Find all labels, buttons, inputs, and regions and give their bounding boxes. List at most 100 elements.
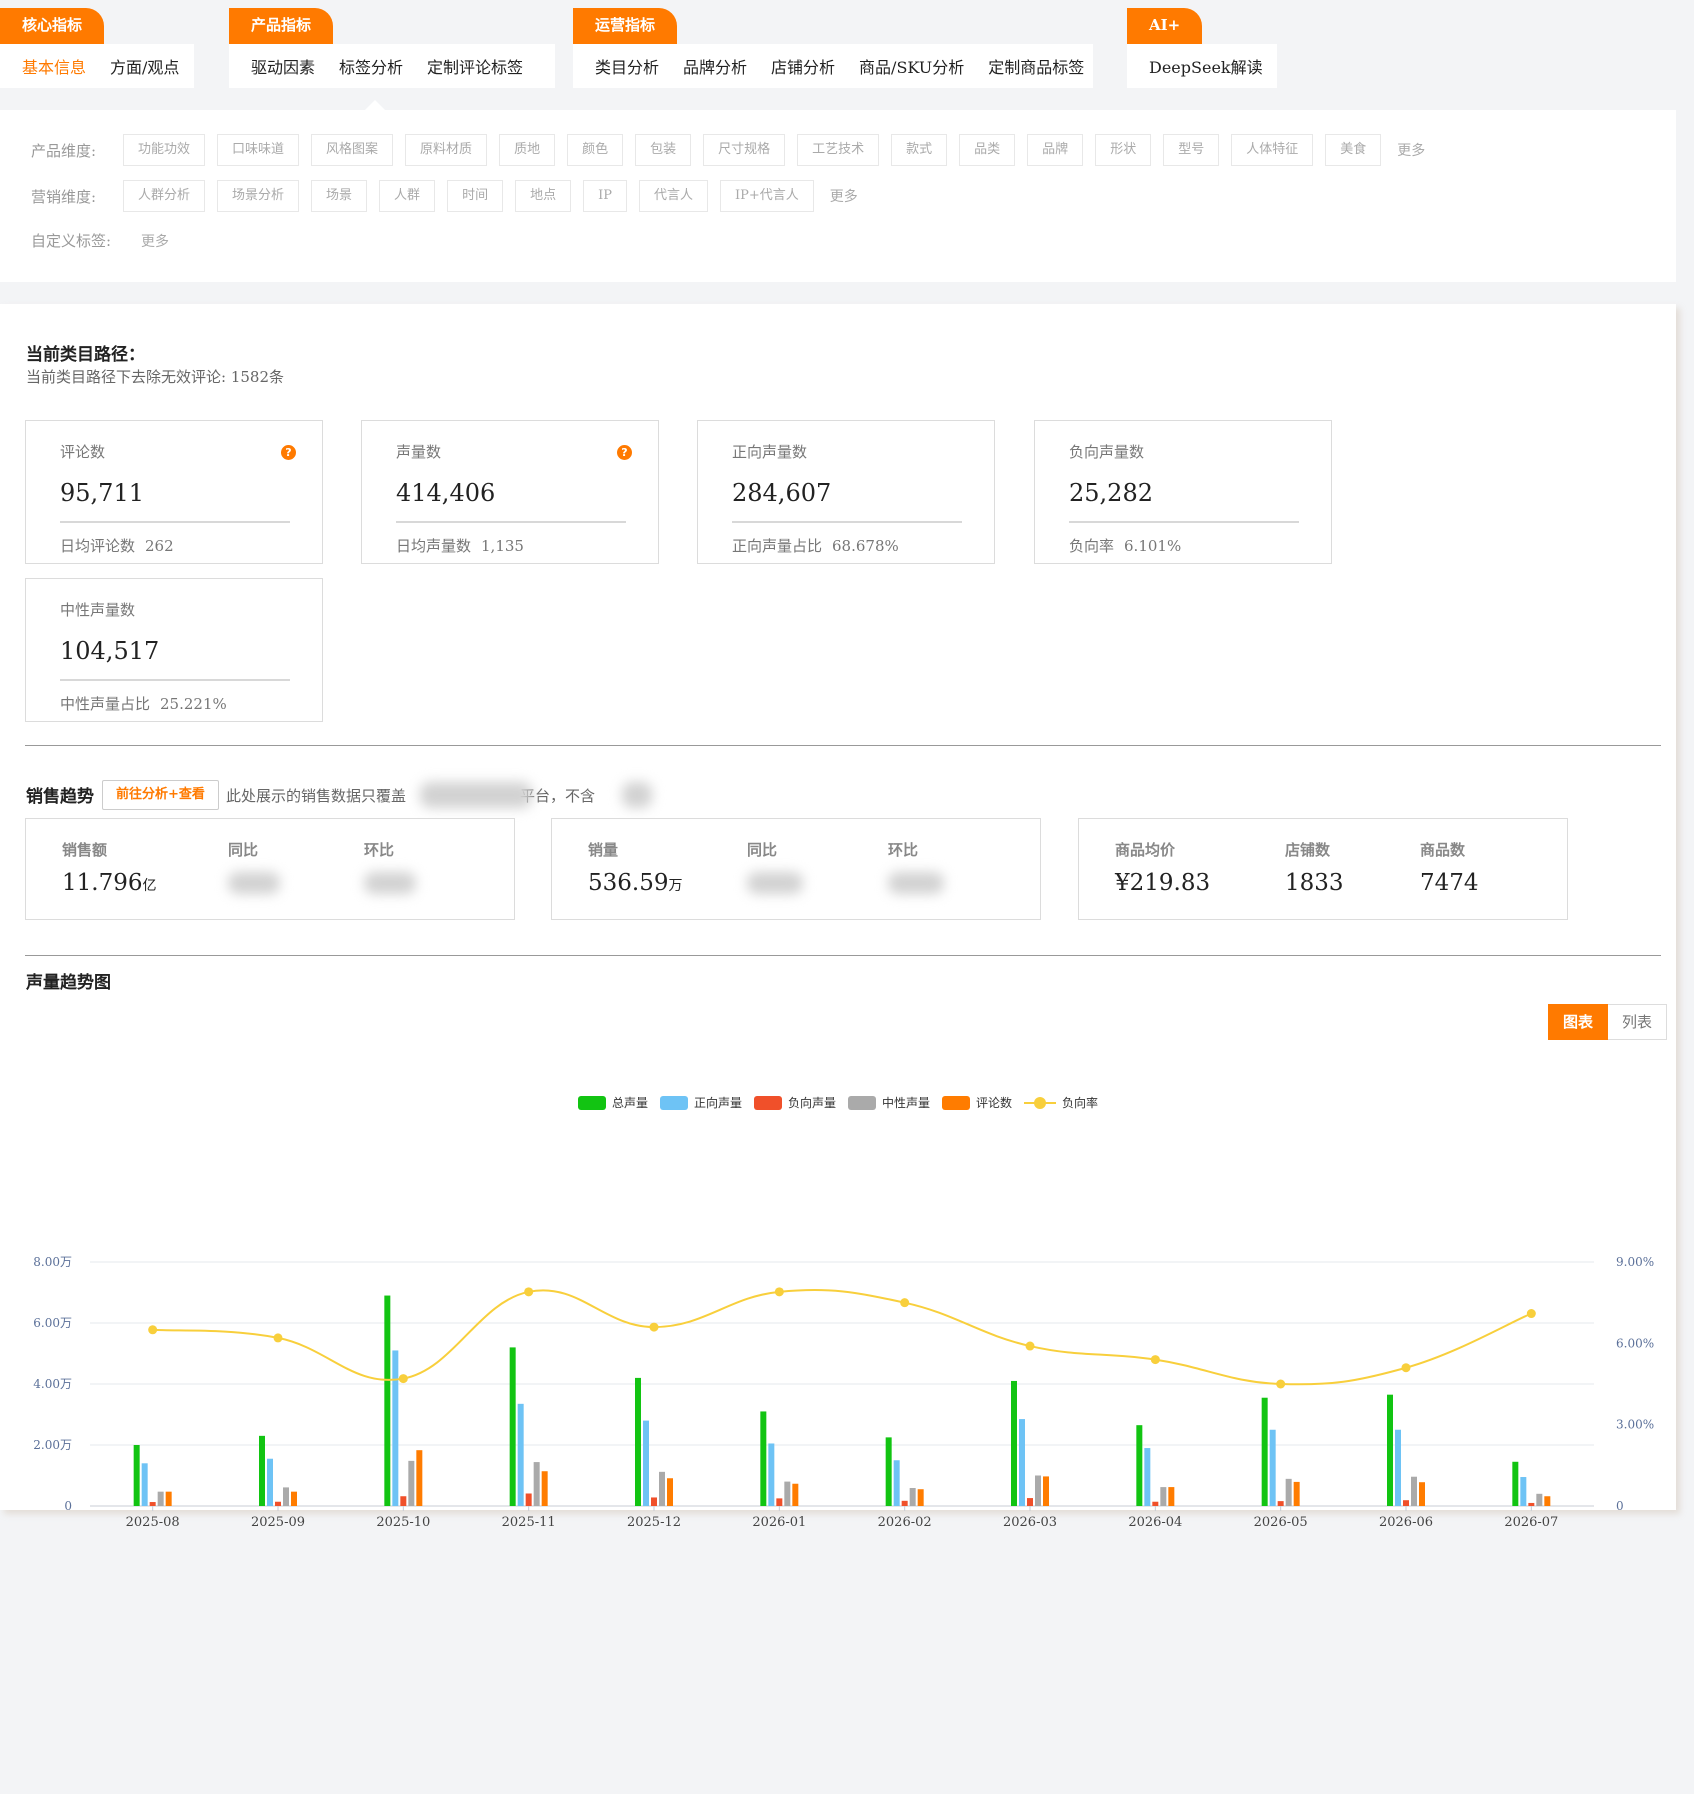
marketing-dimension-chip[interactable]: IP (583, 180, 627, 212)
metric-label: 负向声量数 (1069, 443, 1145, 461)
list-view-button[interactable]: 列表 (1608, 1004, 1668, 1040)
marketing-dimension-chip[interactable]: 场景分析 (217, 180, 300, 212)
product-dimension-chip[interactable]: 款式 (891, 134, 948, 166)
x-tick-label: 2025-08 (126, 1515, 180, 1530)
tab-drivers[interactable]: 驱动因素 (239, 54, 327, 78)
tab-custom-review-tags[interactable]: 定制评论标签 (415, 54, 535, 78)
y-left-tick-label: 4.00万 (33, 1377, 72, 1391)
negative-rate-point (398, 1374, 408, 1384)
tab-group-title: 产品指标 (229, 8, 334, 44)
x-tick-label: 2026-07 (1504, 1515, 1558, 1530)
custom-more-link[interactable]: 更多 (141, 231, 169, 251)
legend-item[interactable]: 负向声量 (753, 1094, 836, 1111)
product-more-link[interactable]: 更多 (1397, 140, 1425, 160)
tab-aspect-opinion[interactable]: 方面/观点 (98, 54, 191, 78)
help-icon[interactable]: ? (617, 445, 632, 460)
marketing-dimension-chip[interactable]: 时间 (447, 180, 504, 212)
product-dimension-chip[interactable]: 形状 (1095, 134, 1152, 166)
legend-item[interactable]: 中性声量 (848, 1094, 930, 1111)
legend-item[interactable]: 总声量 (577, 1094, 648, 1111)
bar-正向声量 (1520, 1477, 1527, 1506)
metric-label: 评论数 (60, 443, 106, 461)
tab-brand-analysis[interactable]: 品牌分析 (671, 54, 759, 78)
go-analysis-button[interactable]: 前往分析+查看 (102, 780, 219, 810)
marketing-dimension-chip[interactable]: 场景 (311, 180, 368, 212)
product-dimension-chip[interactable]: 美食 (1325, 134, 1382, 166)
custom-tag-label: 自定义标签: (31, 232, 112, 250)
product-dimension-row: 产品维度: 功能功效 口味味道 风格图案 原料材质 质地 颜色 包装 尺寸规格 工艺技术 款式 品类… (31, 134, 1425, 166)
legend-swatch (577, 1095, 606, 1110)
x-tick-label: 2026-05 (1254, 1515, 1308, 1530)
product-dimension-chip[interactable]: 质地 (499, 134, 556, 166)
metric-divider (1069, 521, 1299, 523)
metric-card-positive: 正向声量数 284,607 正向声量占比 68.678% (697, 420, 995, 564)
product-dimension-chip[interactable]: 型号 (1163, 134, 1220, 166)
legend-item[interactable]: 评论数 (942, 1094, 1012, 1111)
tab-basic-info[interactable]: 基本信息 (10, 54, 98, 78)
x-tick-label: 2026-06 (1379, 1515, 1433, 1530)
product-dimension-chip[interactable]: 功能功效 (123, 134, 206, 166)
metric-divider (396, 521, 626, 523)
marketing-dimension-chip[interactable]: IP+代言人 (720, 180, 814, 212)
product-dimension-chip[interactable]: 包装 (635, 134, 692, 166)
tab-custom-product-tags[interactable]: 定制商品标签 (976, 54, 1096, 78)
negative-rate-point (1526, 1309, 1536, 1319)
y-left-tick-label: 2.00万 (33, 1438, 72, 1452)
product-dimension-chip[interactable]: 人体特征 (1231, 134, 1314, 166)
product-dimension-chip[interactable]: 品牌 (1027, 134, 1084, 166)
metric-foot-value: 68.678% (832, 537, 899, 555)
y-right-tick-label: 9.00% (1616, 1255, 1654, 1269)
product-dimension-chip[interactable]: 风格图案 (311, 134, 394, 166)
product-dimension-chip[interactable]: 尺寸规格 (703, 134, 786, 166)
avg-price-col: 商品均价 ¥219.83 (1115, 839, 1210, 896)
tab-category-analysis[interactable]: 类目分析 (583, 54, 671, 78)
metric-value: 95,711 (60, 479, 144, 507)
negative-rate-point (1401, 1363, 1411, 1373)
tab-deepseek[interactable]: DeepSeek解读 (1137, 54, 1275, 78)
product-stats-box: 商品均价 ¥219.83 店铺数 1833 商品数 7474 (1078, 818, 1568, 920)
bar-负向声量 (149, 1502, 156, 1506)
bar-总声量 (1512, 1461, 1519, 1506)
x-tick-label: 2025-12 (627, 1515, 681, 1530)
legend-item[interactable]: 正向声量 (659, 1094, 742, 1111)
marketing-dimension-row: 营销维度: 人群分析 场景分析 场景 人群 时间 地点 IP 代言人 IP+代言人 更多 (31, 180, 858, 212)
volume-mom-col: 环比 (888, 839, 944, 894)
marketing-dimension-chip[interactable]: 人群分析 (123, 180, 206, 212)
tab-store-analysis[interactable]: 店铺分析 (759, 54, 847, 78)
marketing-more-link[interactable]: 更多 (830, 186, 858, 206)
chart-legend: 总声量 正向声量 负向声量 中性声量 评论数 负向率 (0, 1094, 1676, 1111)
product-dimension-chip[interactable]: 品类 (959, 134, 1016, 166)
product-dimension-chip[interactable]: 口味味道 (217, 134, 300, 166)
bar-总声量 (1261, 1397, 1268, 1506)
legend-swatch (753, 1095, 782, 1110)
marketing-dimension-chip[interactable]: 地点 (515, 180, 572, 212)
product-dimension-chip[interactable]: 颜色 (567, 134, 624, 166)
bar-评论数 (1544, 1496, 1551, 1506)
product-dimension-chip[interactable]: 原料材质 (405, 134, 488, 166)
chart-view-button[interactable]: 图表 (1548, 1004, 1609, 1040)
sales-yoy-col: 同比 (228, 839, 280, 894)
tab-group-items: 基本信息 方面/观点 (0, 44, 194, 88)
negative-rate-point (524, 1287, 534, 1297)
bar-正向声量 (1019, 1419, 1025, 1506)
bar-负向声量 (400, 1496, 407, 1506)
product-dimension-chip[interactable]: 工艺技术 (797, 134, 880, 166)
store-count-label: 店铺数 (1285, 841, 1331, 859)
bar-评论数 (1043, 1476, 1049, 1506)
marketing-dimension-chip[interactable]: 人群 (379, 180, 436, 212)
legend-label: 中性声量 (882, 1096, 931, 1110)
legend-label: 总声量 (611, 1096, 648, 1110)
help-icon[interactable]: ? (281, 445, 296, 460)
metric-label: 声量数 (396, 443, 442, 461)
tab-tag-analysis[interactable]: 标签分析 (327, 54, 415, 78)
section-divider (25, 955, 1661, 956)
marketing-dimension-chip[interactable]: 代言人 (638, 180, 708, 212)
bar-负向声量 (275, 1501, 281, 1506)
category-path-subtitle: 当前类目路径下去除无效评论: 1582条 (26, 368, 284, 386)
metric-footer: 中性声量占比 25.221% (60, 693, 227, 714)
bar-中性声量 (157, 1491, 164, 1506)
tab-sku-analysis[interactable]: 商品/SKU分析 (847, 54, 976, 78)
legend-item[interactable]: 负向率 (1024, 1094, 1098, 1111)
bar-正向声量 (517, 1403, 524, 1506)
bar-负向声量 (525, 1493, 532, 1506)
